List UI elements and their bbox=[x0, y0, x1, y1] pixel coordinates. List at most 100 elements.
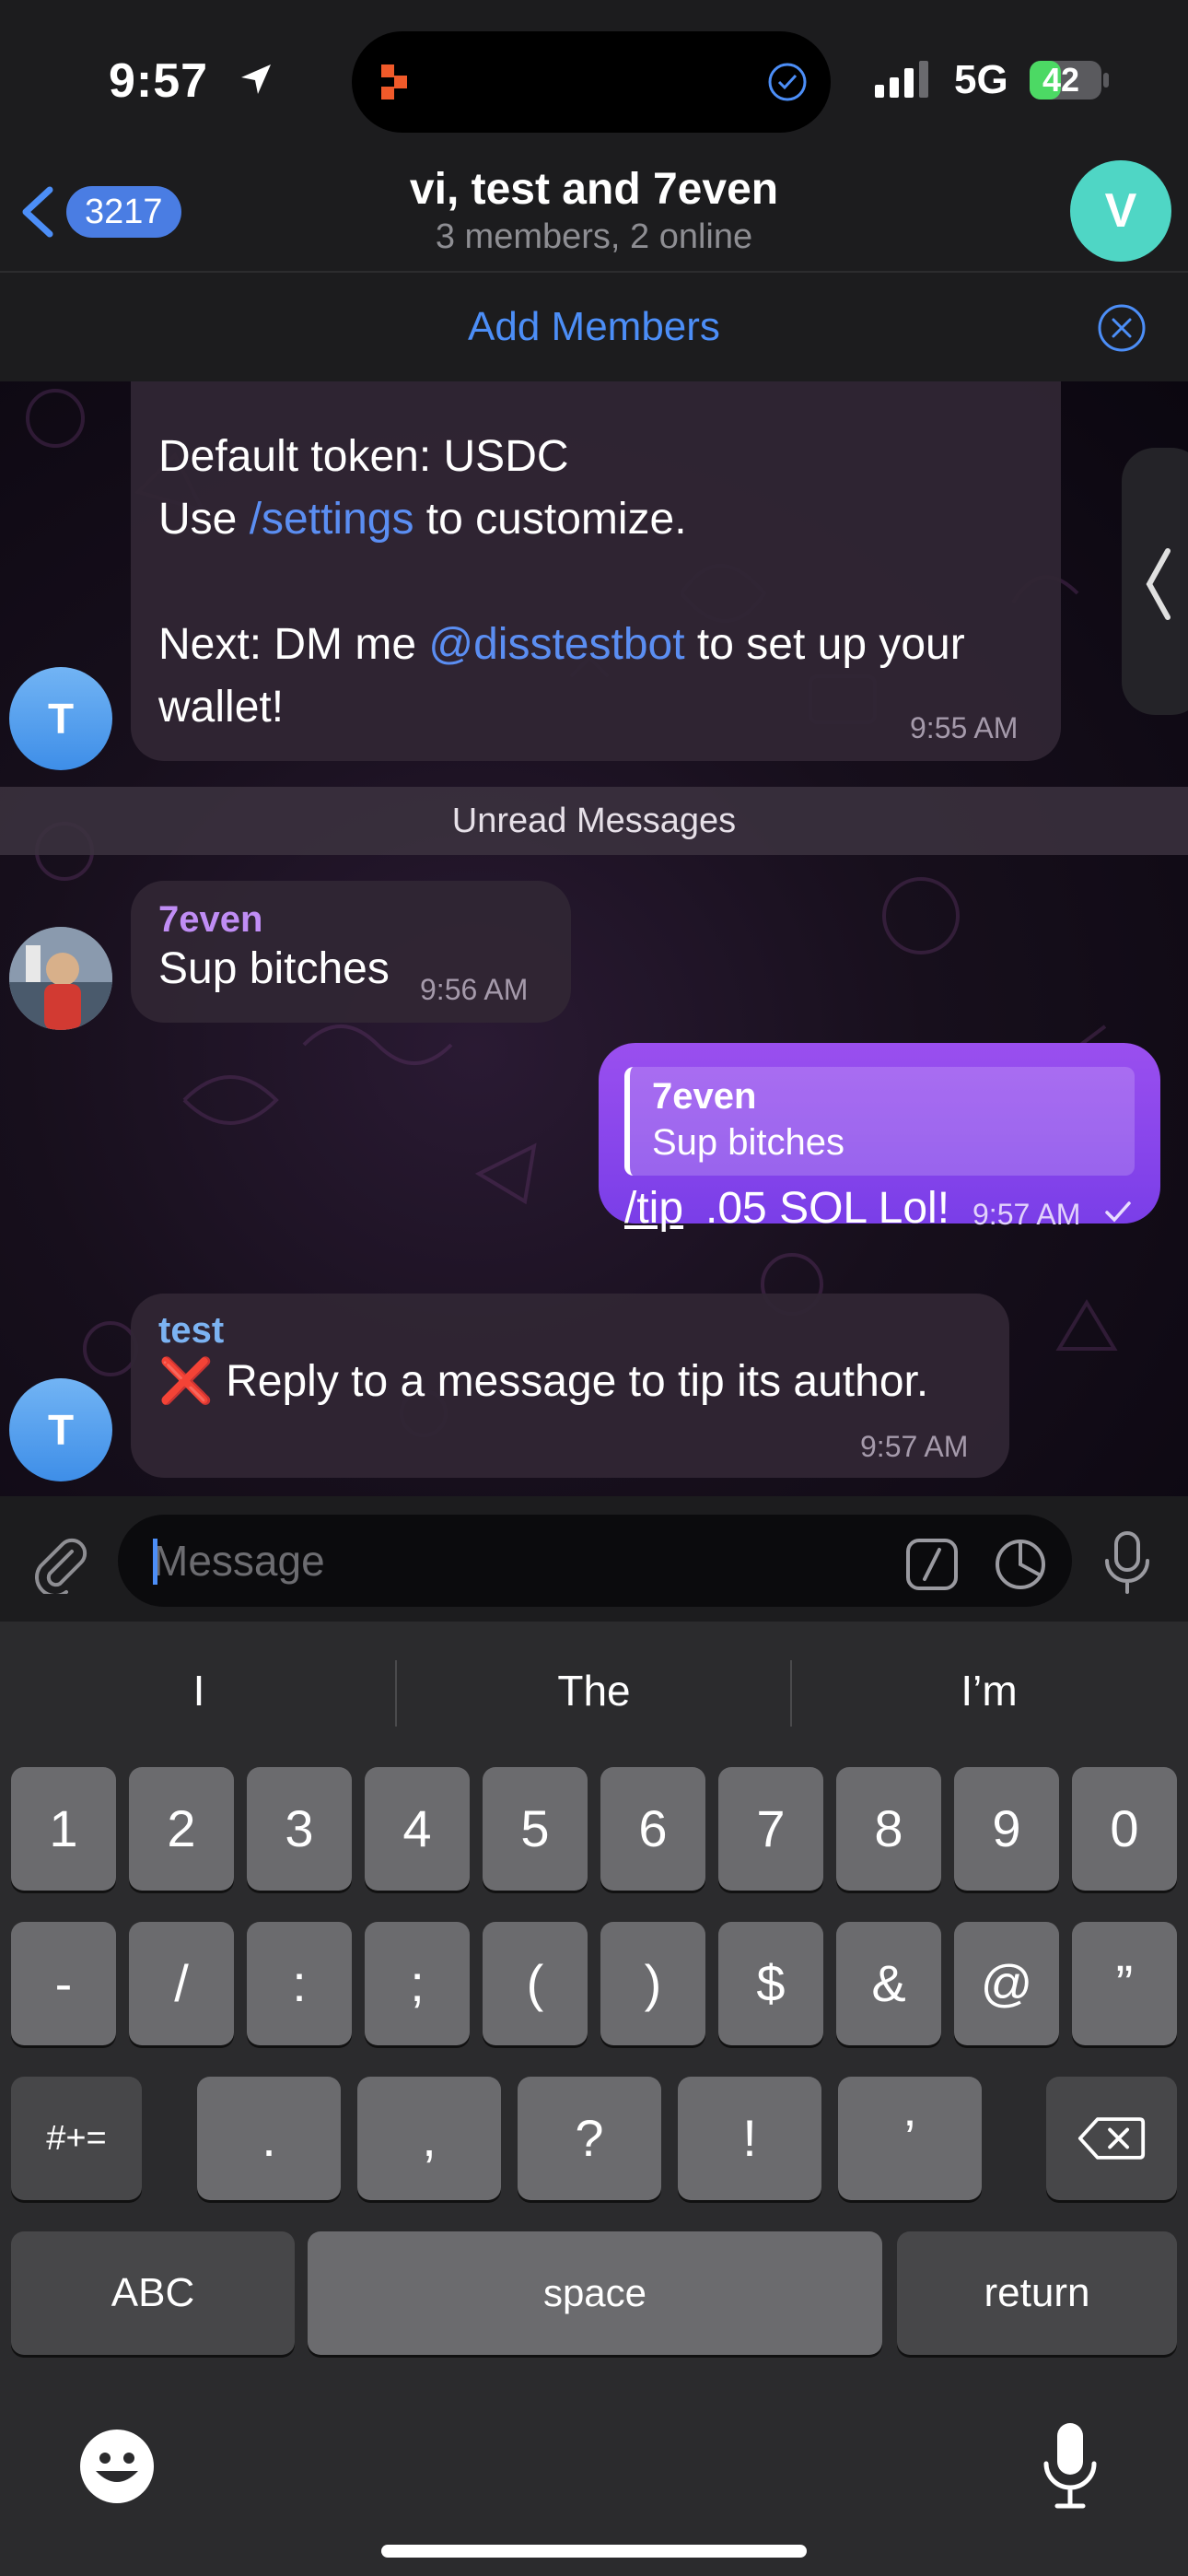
key-at[interactable]: @ bbox=[954, 1922, 1059, 2045]
key-2[interactable]: 2 bbox=[129, 1767, 234, 1891]
delete-key[interactable] bbox=[1046, 2077, 1177, 2200]
suggestion-3[interactable]: I’m bbox=[792, 1622, 1186, 1760]
chat-subtitle: 3 members, 2 online bbox=[435, 217, 753, 256]
message-text-segment: to set up your bbox=[684, 620, 965, 669]
message-text: Sup bitches bbox=[158, 944, 390, 993]
tip-command-link[interactable]: /tip bbox=[624, 1183, 683, 1234]
return-key[interactable]: return bbox=[897, 2231, 1177, 2355]
avatar[interactable]: T bbox=[9, 667, 112, 770]
key-open-paren[interactable]: ( bbox=[483, 1922, 588, 2045]
chat-header: 3217 vi, test and 7even 3 members, 2 onl… bbox=[0, 157, 1188, 271]
battery-percent: 42 bbox=[1042, 61, 1080, 99]
key-period[interactable]: . bbox=[197, 2077, 341, 2200]
sent-check-icon bbox=[1105, 1201, 1131, 1223]
key-exclamation[interactable]: ! bbox=[678, 2077, 821, 2200]
message-bubble-bot[interactable]: Default token: USDC Use /settings to cus… bbox=[131, 381, 1061, 761]
key-3[interactable]: 3 bbox=[247, 1767, 352, 1891]
message-text-segment: to customize. bbox=[413, 495, 687, 544]
bot-username-link[interactable]: @disstestbot bbox=[428, 620, 684, 669]
add-members-button[interactable]: Add Members bbox=[0, 304, 1188, 350]
message-text-segment: Use bbox=[158, 495, 250, 544]
message-bubble-7even[interactable]: 7even Sup bitches 9:56 AM bbox=[131, 881, 571, 1023]
reply-quote[interactable]: 7even Sup bitches bbox=[624, 1067, 1135, 1176]
message-line: Default token: USDC bbox=[158, 432, 569, 481]
user-photo bbox=[9, 927, 112, 1030]
key-6[interactable]: 6 bbox=[600, 1767, 705, 1891]
status-bar: 9:57 5G 42 bbox=[0, 0, 1188, 157]
paperclip-icon[interactable] bbox=[28, 1531, 90, 1594]
bot-commands-icon[interactable] bbox=[904, 1537, 960, 1592]
key-comma[interactable]: , bbox=[357, 2077, 501, 2200]
message-time: 9:57 AM bbox=[973, 1198, 1081, 1231]
sticker-icon[interactable] bbox=[993, 1537, 1048, 1592]
symbols-mode-key[interactable]: #+= bbox=[11, 2077, 142, 2200]
avatar[interactable]: T bbox=[9, 1378, 112, 1481]
key-colon[interactable]: : bbox=[247, 1922, 352, 2045]
text-cursor bbox=[153, 1539, 157, 1585]
key-ampersand[interactable]: & bbox=[836, 1922, 941, 2045]
chat-title[interactable]: vi, test and 7even bbox=[276, 164, 912, 215]
message-time: 9:57 AM bbox=[860, 1430, 969, 1463]
key-slash[interactable]: / bbox=[129, 1922, 234, 2045]
close-circle-icon[interactable] bbox=[1096, 302, 1147, 354]
dictation-microphone-icon[interactable] bbox=[1041, 2419, 1100, 2512]
keyboard: I The I’m 1 2 3 4 5 6 7 8 9 0 - / : ; ( … bbox=[0, 1622, 1188, 2576]
key-1[interactable]: 1 bbox=[11, 1767, 116, 1891]
message-composer bbox=[0, 1496, 1188, 1622]
cellular-signal-icon bbox=[875, 61, 928, 98]
location-arrow-icon bbox=[241, 64, 271, 94]
group-avatar[interactable]: V bbox=[1070, 160, 1171, 262]
settings-command-link[interactable]: /settings bbox=[250, 495, 414, 544]
avatar-7even[interactable] bbox=[9, 927, 112, 1030]
message-bubble-outgoing[interactable]: 7even Sup bitches /tip .05 SOL Lol! 9:57… bbox=[599, 1043, 1160, 1233]
unread-count-badge: 3217 bbox=[66, 186, 181, 238]
message-bubble-test[interactable]: test ❌ Reply to a message to tip its aut… bbox=[131, 1294, 1009, 1478]
message-time: 9:55 AM bbox=[910, 711, 1019, 744]
key-hyphen[interactable]: - bbox=[11, 1922, 116, 2045]
suggestion-1[interactable]: I bbox=[2, 1622, 396, 1760]
chevron-left-icon bbox=[22, 186, 53, 238]
message-line: wallet! bbox=[158, 683, 285, 732]
message-text-segment: Reply to a message to tip its author. bbox=[226, 1357, 929, 1406]
message-text: .05 SOL Lol! bbox=[705, 1184, 950, 1233]
unread-messages-divider: Unread Messages bbox=[0, 787, 1188, 855]
message-list[interactable]: Default token: USDC Use /settings to cus… bbox=[0, 381, 1188, 1496]
add-members-bar: Add Members bbox=[0, 271, 1188, 381]
back-button[interactable]: 3217 bbox=[17, 181, 192, 241]
check-circle-icon bbox=[768, 63, 807, 101]
emoji-keyboard-icon[interactable] bbox=[77, 2427, 157, 2506]
key-0[interactable]: 0 bbox=[1072, 1767, 1177, 1891]
backspace-icon bbox=[1077, 2117, 1146, 2160]
message-text-segment: Next: DM me bbox=[158, 620, 429, 669]
reply-text: Sup bitches bbox=[652, 1122, 845, 1163]
space-key[interactable]: space bbox=[308, 2231, 882, 2355]
key-5[interactable]: 5 bbox=[483, 1767, 588, 1891]
reply-sender: 7even bbox=[652, 1076, 757, 1117]
network-type: 5G bbox=[954, 57, 1008, 102]
key-4[interactable]: 4 bbox=[365, 1767, 470, 1891]
home-indicator[interactable] bbox=[381, 2545, 807, 2558]
sender-name[interactable]: 7even bbox=[158, 899, 262, 941]
cross-mark-icon: ❌ bbox=[158, 1357, 214, 1406]
suggestion-2[interactable]: The bbox=[397, 1622, 791, 1760]
key-8[interactable]: 8 bbox=[836, 1767, 941, 1891]
message-time: 9:56 AM bbox=[420, 973, 529, 1006]
key-7[interactable]: 7 bbox=[718, 1767, 823, 1891]
microphone-icon[interactable] bbox=[1100, 1529, 1155, 1596]
key-semicolon[interactable]: ; bbox=[365, 1922, 470, 2045]
sender-name[interactable]: test bbox=[158, 1310, 224, 1352]
key-dollar[interactable]: $ bbox=[718, 1922, 823, 2045]
key-apostrophe[interactable]: ’ bbox=[838, 2077, 982, 2200]
dynamic-island bbox=[352, 31, 831, 133]
key-close-paren[interactable]: ) bbox=[600, 1922, 705, 2045]
message-line: Next: DM me @disstestbot to set up your bbox=[158, 614, 965, 676]
abc-key[interactable]: ABC bbox=[11, 2231, 295, 2355]
key-9[interactable]: 9 bbox=[954, 1767, 1059, 1891]
key-question[interactable]: ? bbox=[518, 2077, 661, 2200]
message-text: ❌ Reply to a message to tip its author. bbox=[158, 1351, 928, 1413]
chevron-left-icon bbox=[1146, 548, 1171, 620]
key-quote[interactable]: ” bbox=[1072, 1922, 1177, 2045]
status-time: 9:57 bbox=[109, 54, 209, 108]
app-activity-icon bbox=[381, 64, 407, 100]
message-line: Use /settings to customize. bbox=[158, 488, 687, 551]
